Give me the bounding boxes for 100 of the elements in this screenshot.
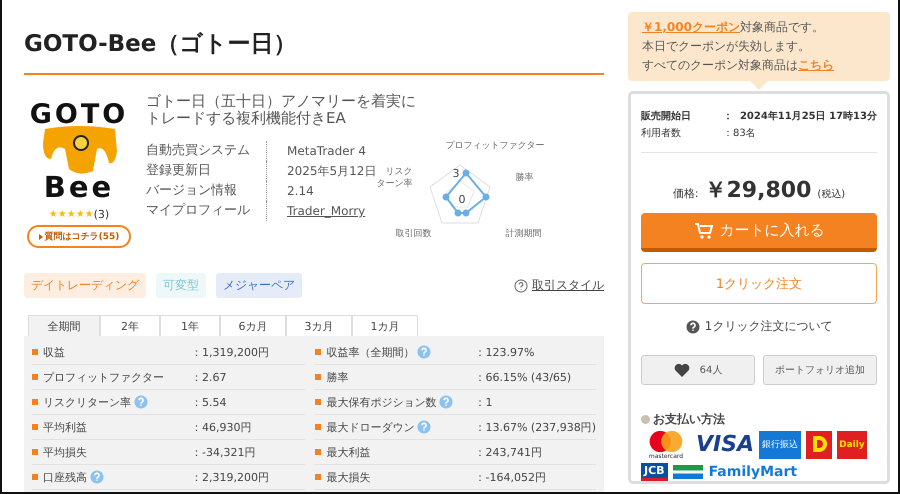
- info-value: 2025年5月12日: [287, 163, 376, 180]
- help-icon: [686, 320, 700, 334]
- stat-value: ：123.97%: [474, 344, 534, 360]
- period-tab[interactable]: 6カ月: [220, 315, 286, 336]
- style-tag: メジャーペア: [216, 273, 302, 298]
- stat-label: 平均損失: [43, 444, 87, 460]
- stat-label: プロフィットファクター: [43, 370, 164, 384]
- add-portfolio-button[interactable]: ポートフォリオ追加: [763, 355, 877, 385]
- radar-axis-label: 勝率: [515, 173, 534, 184]
- familymart-logo: FamilyMart: [672, 464, 798, 480]
- price: ￥29,800: [704, 177, 812, 205]
- help-icon: [134, 395, 148, 409]
- bullet-icon: [32, 424, 38, 430]
- info-label: 自動売買システム: [146, 142, 251, 160]
- help-icon: [439, 395, 454, 409]
- info-label: マイプロフィール: [146, 202, 251, 220]
- radar-axis-label: 計測期間: [505, 229, 542, 240]
- question-button[interactable]: 質問はコチラ(55): [26, 225, 132, 248]
- product-subtitle: ゴトー日（五十日）アノマリーを着実にトレードする複利機能付きEA: [146, 93, 417, 127]
- favorite-button[interactable]: 64人: [641, 355, 755, 385]
- period-tab[interactable]: 1年: [160, 315, 220, 336]
- trading-style-link[interactable]: 取引スタイル: [514, 277, 604, 294]
- info-label: バージョン情報: [146, 182, 238, 200]
- stat-value: ：13.67% (237,938円): [474, 420, 596, 434]
- stat-value: ：-34,321円: [191, 444, 256, 460]
- stat-label: 最大保有ポジション数: [326, 394, 436, 410]
- stat-label: 収益: [43, 344, 65, 360]
- period-tab[interactable]: 2年: [100, 315, 160, 336]
- radar-axis-label: ターン率: [376, 179, 412, 190]
- radar-tick-label: 0: [458, 193, 466, 206]
- bullet-icon: [315, 449, 322, 455]
- coupon-text: 本日でクーポンが失効します。: [642, 38, 811, 55]
- payment-title: お支払い方法: [653, 411, 725, 428]
- profile-link[interactable]: Trader_Morry: [287, 201, 366, 221]
- visa-logo: VISA: [696, 432, 754, 458]
- period-tab[interactable]: 1カ月: [352, 315, 418, 336]
- stat-label: 平均利益: [43, 420, 87, 434]
- bullet-icon: [32, 349, 38, 355]
- period-tab[interactable]: 全期間: [28, 315, 100, 336]
- style-tag: デイトレーディング: [24, 273, 146, 298]
- stat-value: ：66.15% (43/65): [474, 370, 572, 384]
- stat-label: 最大損失: [326, 470, 370, 484]
- radar-axis-label: 取引回数: [395, 229, 432, 240]
- stat-value: ：1,319,200円: [191, 344, 269, 360]
- sale-value: ： 2024年11月25日 17時13分: [723, 110, 877, 124]
- price-label: 価格:: [672, 186, 698, 201]
- stat-value: ：243,741円: [474, 444, 542, 460]
- cart-icon: [694, 222, 714, 240]
- stat-label: 最大利益: [326, 444, 370, 460]
- page-title: GOTO-Bee（ゴトー日）: [24, 0, 604, 75]
- radar-tick-label: 3: [452, 167, 460, 180]
- coupon-text: すべてのクーポン対象商品は: [642, 58, 798, 72]
- stat-value: ：2.67: [191, 370, 226, 384]
- bullet-icon: [315, 424, 322, 430]
- tax-note: (税込): [817, 188, 846, 201]
- stat-label: 最大ドローダウン: [326, 420, 414, 434]
- one-click-help-link[interactable]: 1クリック注文について: [686, 318, 832, 335]
- bullet-icon: [315, 399, 322, 405]
- review-count: (3): [94, 208, 110, 221]
- stat-label: リスクリターン率: [43, 394, 131, 410]
- help-icon: [90, 470, 104, 484]
- store-logo: [806, 431, 832, 459]
- info-value: MetaTrader 4: [287, 143, 366, 160]
- help-icon: [514, 278, 528, 292]
- bullet-icon: [32, 474, 38, 480]
- stat-value: ：46,930円: [191, 420, 252, 434]
- radar-axis-label: プロフィットファクター: [445, 141, 544, 152]
- stat-label: 口座残高: [43, 470, 87, 484]
- store-logo: Daily: [837, 431, 867, 459]
- radar-axis-label: リスク: [385, 167, 412, 178]
- bullet-icon: [315, 349, 322, 355]
- period-tab[interactable]: 3カ月: [286, 315, 352, 336]
- info-label: 登録更新日: [146, 162, 212, 180]
- bullet-icon: [641, 415, 650, 424]
- style-tag: 可変型: [156, 273, 206, 298]
- coupon-text: 対象商品です。: [740, 20, 824, 34]
- bullet-icon: [32, 399, 38, 405]
- stat-label: 収益率（全期間）: [326, 344, 414, 360]
- stat-value: ：-164,052円: [474, 470, 546, 484]
- bullet-icon: [32, 449, 38, 455]
- help-icon: [417, 420, 432, 434]
- sale-label: 販売開始日: [641, 110, 692, 124]
- bullet-icon: [315, 474, 322, 480]
- sale-value: ：83名: [723, 127, 756, 141]
- bullet-icon: [315, 374, 322, 380]
- radar-chart-drawing: [428, 163, 492, 225]
- stat-value: ：1: [474, 394, 492, 410]
- sale-label: 利用者数: [641, 126, 682, 141]
- stat-label: 勝率: [326, 370, 348, 384]
- bullet-icon: [32, 374, 38, 380]
- heart-icon: [674, 363, 690, 377]
- stat-value: ：2,319,200円: [191, 470, 269, 484]
- bank-transfer-logo: 銀行振込: [759, 431, 802, 459]
- triangle-icon: [38, 234, 43, 240]
- stat-value: ：5.54: [191, 394, 226, 410]
- info-value: 2.14: [287, 183, 314, 200]
- jcb-logo: JCB: [641, 463, 668, 481]
- bee-logo: GOTO Bee: [27, 93, 131, 205]
- star-rating: ★★★★★(3): [48, 208, 110, 221]
- help-icon: [417, 345, 432, 359]
